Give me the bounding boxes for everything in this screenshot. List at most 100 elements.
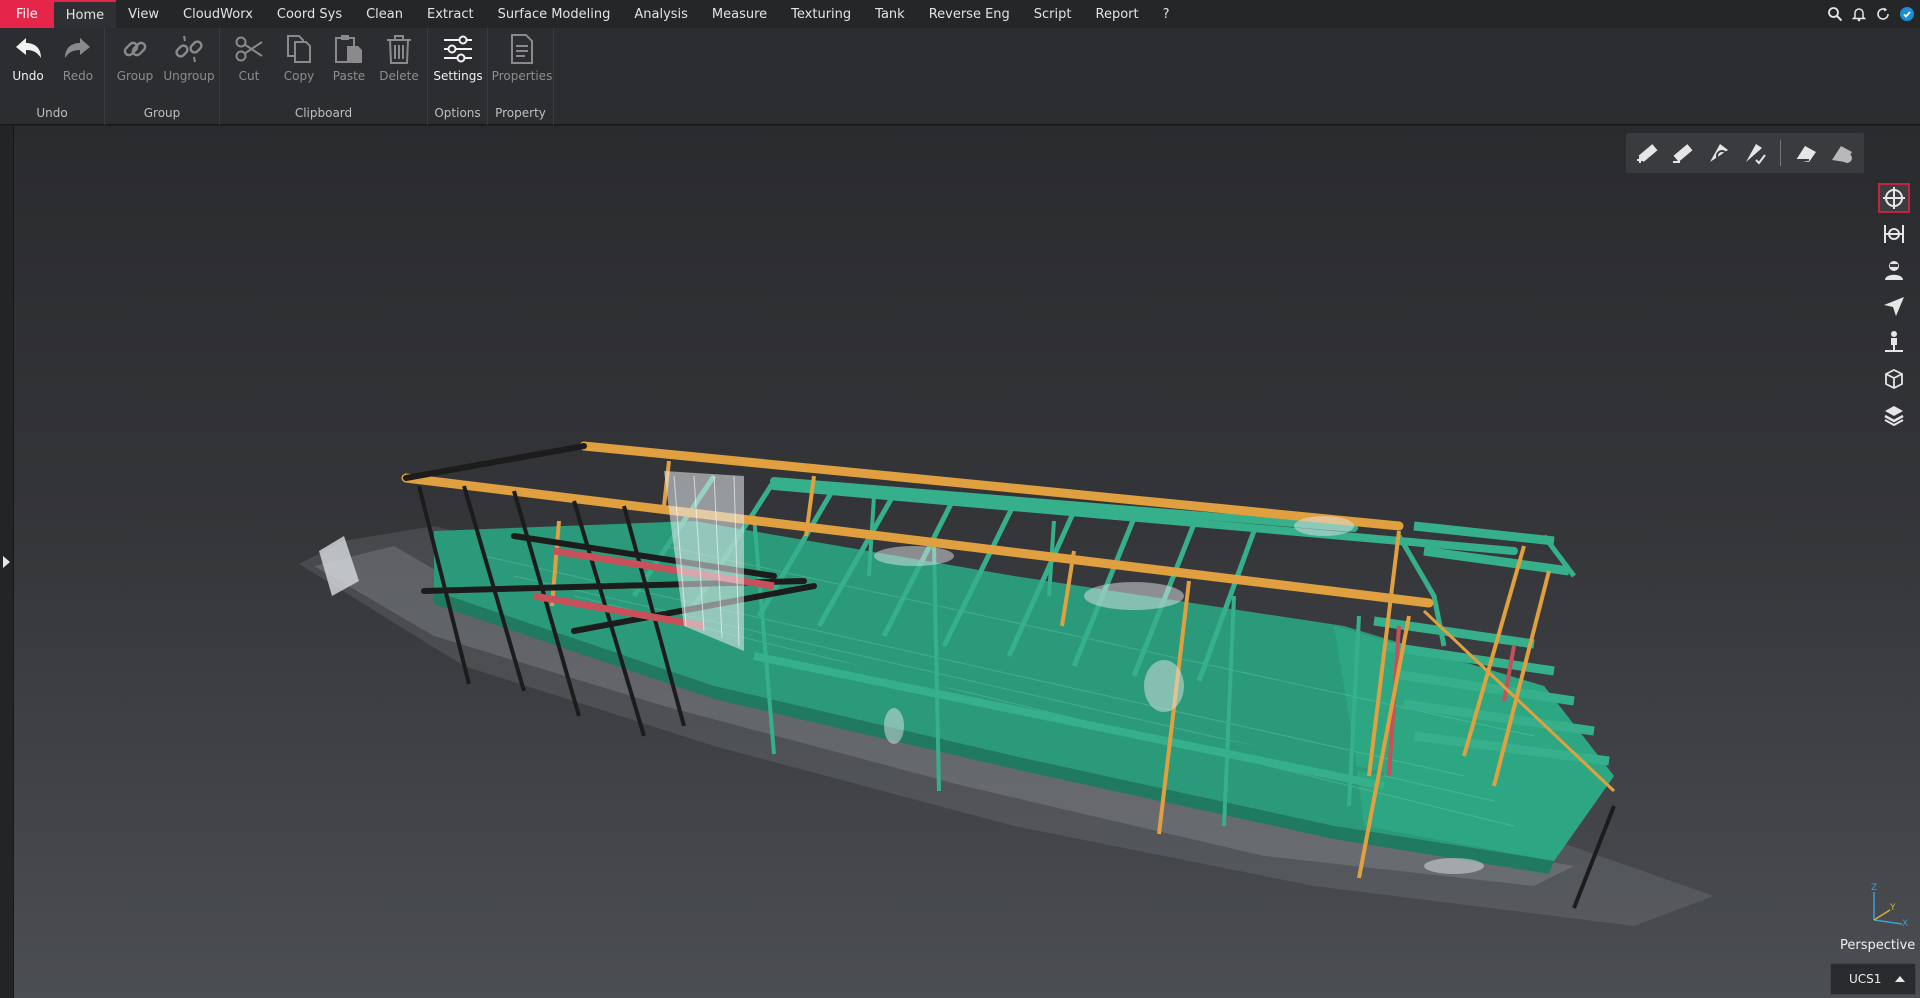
cloud-sync-icon[interactable] [1898, 5, 1916, 23]
menu-view[interactable]: View [116, 0, 171, 28]
group-label-clipboard: Clipboard [294, 106, 353, 120]
axis-gizmo: Z Y X [1871, 883, 1908, 928]
redo-label: Redo [62, 69, 94, 83]
bell-icon[interactable] [1850, 5, 1868, 23]
point-cloud-model [299, 441, 1714, 926]
menu-tank[interactable]: Tank [863, 0, 917, 28]
paste-button[interactable]: Paste [325, 32, 373, 90]
copy-icon [287, 35, 311, 63]
ribbon-group-undo: Undo Redo Undo [0, 28, 105, 125]
view-toolbar [1626, 133, 1864, 173]
sliders-icon [444, 35, 472, 63]
paper-plane-icon [1884, 297, 1904, 316]
settings-button[interactable]: Settings [433, 32, 483, 90]
ungroup-button[interactable]: Ungroup [163, 32, 215, 90]
group-label-undo: Undo [36, 106, 68, 120]
group-label: Group [116, 69, 154, 83]
ribbon-group-options: Settings Options [428, 28, 488, 125]
layers-button[interactable] [1878, 399, 1910, 429]
ribbon-group-clipboard: Cut Copy Paste Delete Clipboard [220, 28, 428, 125]
person-view-icon [1885, 261, 1903, 280]
ucs-selector[interactable]: UCS1 [1830, 963, 1916, 995]
menu-home[interactable]: Home [53, 0, 117, 28]
ruler-button[interactable] [1668, 138, 1698, 168]
group-button[interactable]: Group [111, 32, 159, 90]
fit-view-icon [1884, 225, 1904, 243]
side-panel-toggle[interactable] [0, 126, 14, 998]
properties-label: Properties [491, 69, 553, 83]
look-around-button[interactable] [1878, 255, 1910, 285]
menu-help[interactable]: ? [1151, 0, 1182, 28]
menu-bar: File Home View CloudWorx Coord Sys Clean… [0, 0, 1920, 28]
ruler-icon [1673, 144, 1693, 163]
properties-button[interactable]: Properties [492, 32, 552, 90]
delete-label: Delete [379, 69, 419, 83]
projection-label[interactable]: Perspective [1840, 938, 1915, 953]
view-cube-button[interactable] [1878, 363, 1910, 393]
point-measure-button[interactable] [1740, 138, 1770, 168]
menu-script[interactable]: Script [1022, 0, 1084, 28]
link-icon [123, 41, 147, 57]
undo-button[interactable]: Undo [4, 32, 52, 90]
redo-icon [65, 38, 90, 58]
delete-button[interactable]: Delete [375, 32, 423, 90]
orbit-button[interactable] [1878, 183, 1910, 213]
undo-icon [16, 38, 41, 58]
axis-y-label: Y [1889, 903, 1896, 913]
clear-measure-button[interactable] [1827, 138, 1857, 168]
refresh-icon[interactable] [1874, 5, 1892, 23]
cube-icon [1885, 368, 1903, 390]
eraser-alt-icon [1832, 146, 1852, 163]
navigation-panel [1876, 183, 1912, 433]
paste-icon [335, 35, 362, 63]
ribbon: Undo Redo Undo Group Ungroup Group Cut C… [0, 28, 1920, 125]
menu-clean[interactable]: Clean [354, 0, 415, 28]
redo-button[interactable]: Redo [54, 32, 102, 90]
walk-button[interactable] [1878, 327, 1910, 357]
menu-cloudworx[interactable]: CloudWorx [171, 0, 265, 28]
document-icon [511, 34, 533, 64]
menu-texturing[interactable]: Texturing [779, 0, 863, 28]
menu-report[interactable]: Report [1084, 0, 1151, 28]
caret-up-icon [1895, 976, 1905, 982]
menu-reverse-eng[interactable]: Reverse Eng [917, 0, 1022, 28]
angle-icon [1710, 144, 1728, 162]
menu-coord-sys[interactable]: Coord Sys [265, 0, 354, 28]
axis-x-label: X [1902, 919, 1908, 928]
menu-file[interactable]: File [0, 0, 54, 28]
group-label-group: Group [143, 106, 181, 120]
trash-icon [387, 35, 411, 64]
pen-check-icon [1746, 144, 1766, 165]
ungroup-label: Ungroup [163, 69, 215, 83]
menu-analysis[interactable]: Analysis [622, 0, 700, 28]
menu-extract[interactable]: Extract [415, 0, 486, 28]
ruler-plus-icon [1637, 144, 1658, 163]
3d-viewport[interactable] [14, 126, 1920, 998]
eraser-button[interactable] [1791, 138, 1821, 168]
axis-z-label: Z [1871, 883, 1877, 893]
paste-label: Paste [332, 69, 366, 83]
unlink-icon [175, 35, 203, 63]
copy-label: Copy [283, 69, 315, 83]
expand-arrow-icon [3, 556, 10, 568]
copy-button[interactable]: Copy [275, 32, 323, 90]
eraser-icon [1796, 146, 1816, 162]
menu-surface-modeling[interactable]: Surface Modeling [486, 0, 623, 28]
fly-button[interactable] [1878, 291, 1910, 321]
group-label-options: Options [434, 106, 481, 120]
search-icon[interactable] [1826, 5, 1844, 23]
group-label-property: Property [495, 106, 546, 120]
menubar-icons [1826, 0, 1916, 28]
cut-button[interactable]: Cut [225, 32, 273, 90]
add-measurement-button[interactable] [1632, 138, 1662, 168]
angle-measure-button[interactable] [1704, 138, 1734, 168]
menu-measure[interactable]: Measure [700, 0, 779, 28]
scissors-icon [235, 36, 263, 62]
ribbon-group-property: Properties Property [488, 28, 554, 125]
settings-label: Settings [433, 69, 483, 83]
fit-view-button[interactable] [1878, 219, 1910, 249]
orbit-icon [1883, 187, 1905, 209]
walk-icon [1885, 331, 1903, 352]
ucs-value: UCS1 [1849, 972, 1882, 986]
cut-label: Cut [238, 69, 260, 83]
